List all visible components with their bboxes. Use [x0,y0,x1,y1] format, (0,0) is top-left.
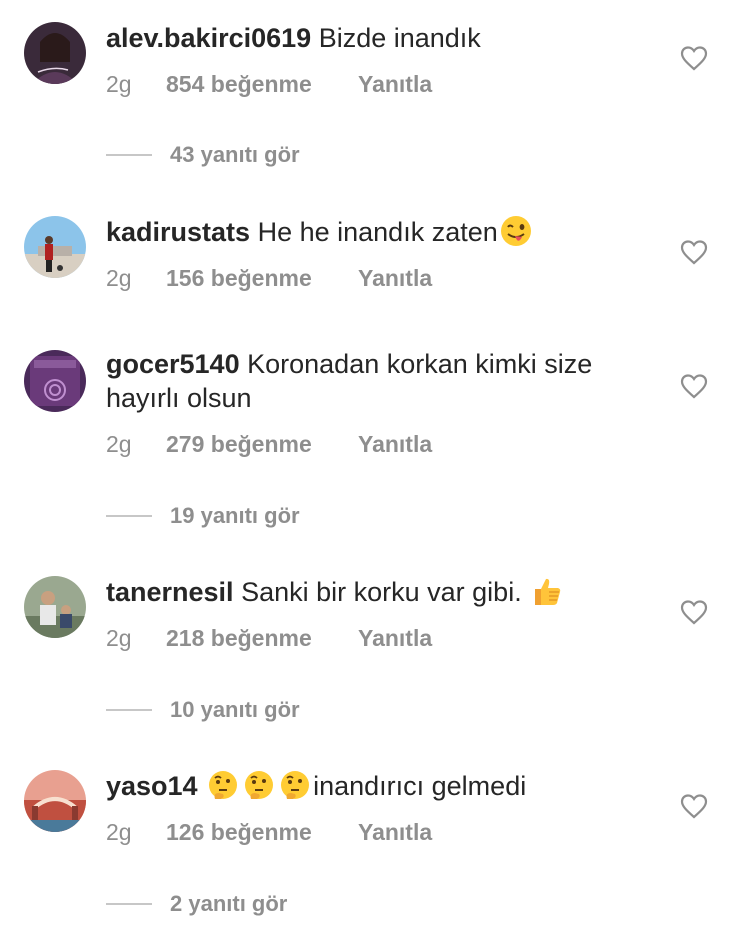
view-replies-button[interactable]: 2 yanıtı gör [106,891,287,917]
heart-icon[interactable] [680,45,708,71]
replies-divider [106,515,152,517]
comment-text: tanernesil Sanki bir korku var gibi. [106,575,646,609]
avatar[interactable] [24,576,86,638]
comment-body: He he inandık zaten [257,217,498,247]
view-replies-label: 19 yanıtı gör [170,503,300,528]
thinking-face-icon [281,771,310,799]
comment-body: inandırıcı gelmedi [313,771,527,801]
comment-text: alev.bakirci0619 Bizde inandık [106,21,646,55]
comment-text: yaso14 inandırıcı gelmedi [106,769,646,803]
thinking-face-icon [209,771,238,799]
likes-count[interactable]: 126 beğenme [166,819,358,846]
avatar[interactable] [24,22,86,84]
replies-divider [106,903,152,905]
comment-age: 2g [106,71,132,97]
heart-icon[interactable] [680,239,708,265]
likes-count[interactable]: 279 beğenme [166,431,358,458]
thinking-face-icon [245,771,274,799]
reply-button[interactable]: Yanıtla [358,819,432,846]
view-replies-label: 2 yanıtı gör [170,891,288,916]
thumbs-up-icon [535,578,561,605]
comment-age: 2g [106,431,132,457]
replies-divider [106,154,152,156]
reply-button[interactable]: Yanıtla [358,431,432,458]
comment-meta: 2g 156 beğenme Yanıtla [106,265,432,292]
heart-icon[interactable] [680,373,708,399]
comment-username[interactable]: yaso14 [106,771,198,801]
heart-icon[interactable] [680,793,708,819]
comment-meta: 2g 126 beğenme Yanıtla [106,819,432,846]
replies-divider [106,709,152,711]
comment-body: Bizde inandık [318,23,481,53]
reply-button[interactable]: Yanıtla [358,625,432,652]
avatar[interactable] [24,770,86,832]
comment-body: Sanki bir korku var gibi. [241,577,522,607]
comment-age: 2g [106,625,132,651]
view-replies-button[interactable]: 19 yanıtı gör [106,503,300,529]
comment-meta: 2g 854 beğenme Yanıtla [106,71,432,98]
avatar[interactable] [24,216,86,278]
comment-age: 2g [106,819,132,845]
reply-button[interactable]: Yanıtla [358,265,432,292]
avatar[interactable] [24,350,86,412]
likes-count[interactable]: 218 beğenme [166,625,358,652]
comment-username[interactable]: kadirustats [106,217,250,247]
likes-count[interactable]: 156 beğenme [166,265,358,292]
view-replies-label: 10 yanıtı gör [170,697,300,722]
view-replies-label: 43 yanıtı gör [170,142,300,167]
comment-username[interactable]: alev.bakirci0619 [106,23,311,53]
comment-username[interactable]: gocer5140 [106,349,240,379]
comment-text: kadirustats He he inandık zaten [106,215,646,249]
comment-text: gocer5140 Koronadan korkan kimki size ha… [106,347,646,415]
winking-face-with-tongue-icon [500,216,531,246]
comment-age: 2g [106,265,132,291]
heart-icon[interactable] [680,599,708,625]
comment-meta: 2g 218 beğenme Yanıtla [106,625,432,652]
comment-username[interactable]: tanernesil [106,577,234,607]
view-replies-button[interactable]: 43 yanıtı gör [106,142,300,168]
reply-button[interactable]: Yanıtla [358,71,432,98]
view-replies-button[interactable]: 10 yanıtı gör [106,697,300,723]
comment-meta: 2g 279 beğenme Yanıtla [106,431,432,458]
likes-count[interactable]: 854 beğenme [166,71,358,98]
